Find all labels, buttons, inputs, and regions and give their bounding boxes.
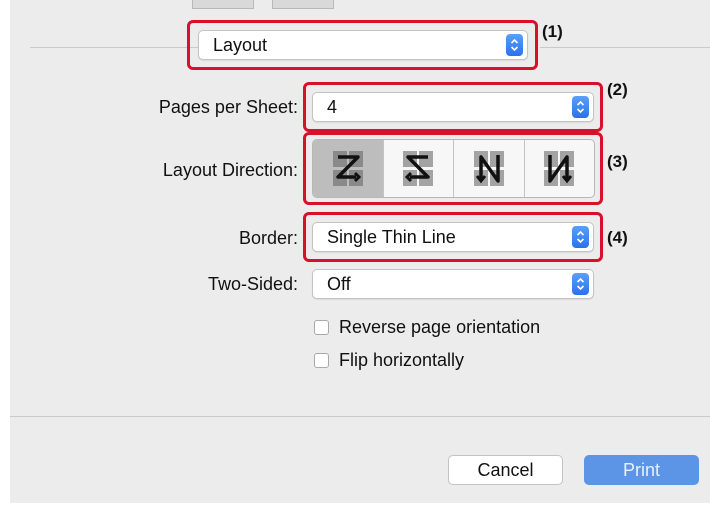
reverse-page-orientation-checkbox-row[interactable]: Reverse page orientation: [314, 317, 540, 338]
flip-horizontally-checkbox[interactable]: [314, 353, 329, 368]
reverse-page-orientation-checkbox[interactable]: [314, 320, 329, 335]
two-sided-label: Two-Sided:: [207, 274, 298, 294]
cancel-button[interactable]: Cancel: [448, 455, 563, 485]
toolbar-tab-right[interactable]: [272, 0, 334, 9]
callout-box-4: [303, 212, 603, 262]
callout-number-4: (4): [607, 228, 628, 247]
reverse-page-orientation-label: Reverse page orientation: [339, 317, 541, 337]
two-sided-value: Off: [327, 273, 351, 294]
separator-top-right: [540, 47, 710, 48]
flip-horizontally-checkbox-row[interactable]: Flip horizontally: [314, 350, 464, 371]
callout-box-2: [303, 82, 603, 132]
toolbar-tab-left[interactable]: [192, 0, 254, 9]
two-sided-popup[interactable]: Off: [312, 269, 594, 299]
border-label: Border:: [238, 228, 298, 248]
callout-box-3: [303, 132, 603, 205]
print-button[interactable]: Print: [584, 455, 699, 485]
popup-stepper-icon: [572, 273, 589, 295]
layout-direction-label: Layout Direction:: [162, 160, 298, 180]
callout-number-3: (3): [607, 152, 628, 171]
separator-bottom: [10, 416, 710, 417]
callout-number-1: (1): [542, 22, 563, 41]
flip-horizontally-label: Flip horizontally: [339, 350, 465, 370]
pages-per-sheet-label: Pages per Sheet:: [158, 97, 298, 117]
callout-box-1: [187, 20, 538, 70]
callout-number-2: (2): [607, 80, 628, 99]
